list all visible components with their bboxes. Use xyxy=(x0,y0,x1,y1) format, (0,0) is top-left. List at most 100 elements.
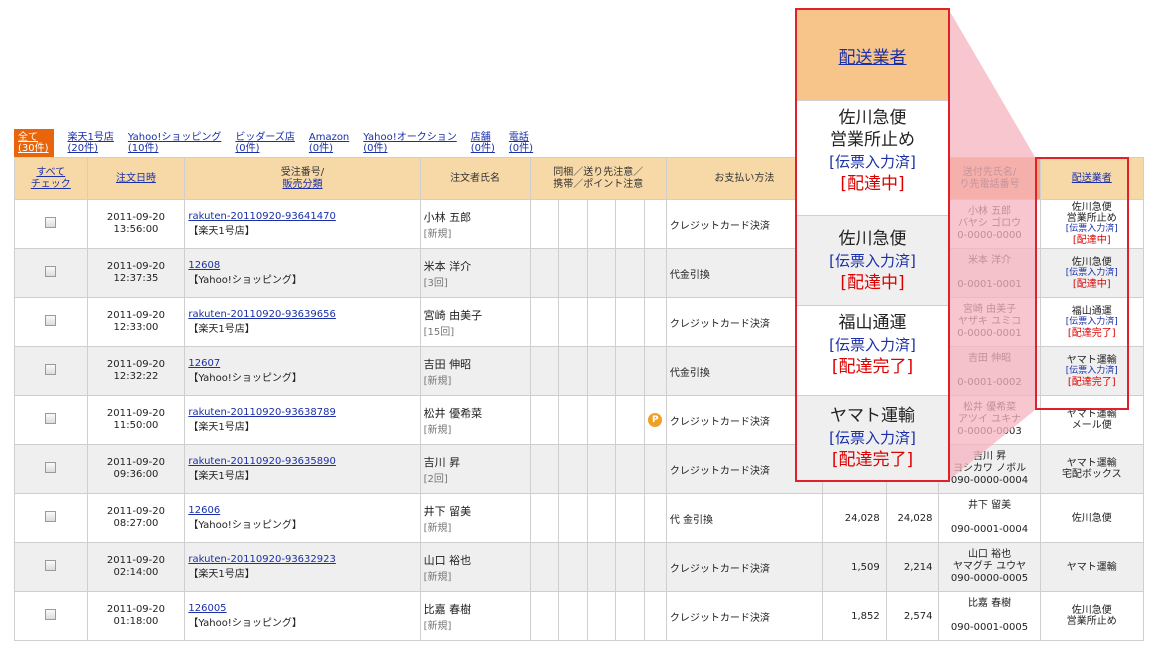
table-row: 2011-09-20 12:32:22 12607 【Yahoo!ショッピング】 吉… xyxy=(14,346,1145,396)
delivery-status: [配達完了] xyxy=(1067,327,1116,339)
table-row: 2011-09-20 13:56:00 rakuten-20110920-9364… xyxy=(14,199,1145,249)
order-number-cell: rakuten-20110920-93641470 【楽天1号店】 xyxy=(184,199,421,249)
table-row: 2011-09-20 08:27:00 12606 【Yahoo!ショッピング】 井… xyxy=(14,493,1145,543)
store-tab[interactable]: ビッダーズ店 (0件) xyxy=(235,132,295,157)
order-number-cell: rakuten-20110920-93638789 【楽天1号店】 xyxy=(184,395,421,445)
store-tab[interactable]: Yahoo!ショッピング (10件) xyxy=(128,132,221,157)
order-number-link[interactable]: 12607 xyxy=(188,358,416,369)
store-tab[interactable]: 店舗 (0件) xyxy=(471,132,495,157)
order-number-link[interactable]: 12608 xyxy=(188,260,416,271)
order-number-link[interactable]: 12606 xyxy=(188,505,416,516)
order-date-cell: 2011-09-20 09:36:00 xyxy=(86,444,186,494)
amount-cell: 1,852 xyxy=(821,591,887,641)
order-number-cell: 12607 【Yahoo!ショッピング】 xyxy=(184,346,421,396)
carrier-cell: ヤマト運輸 xyxy=(1039,542,1145,592)
store-tab-label: 店舗 xyxy=(470,132,491,143)
store-tab-count: (0件) xyxy=(470,143,495,154)
flag-cell xyxy=(529,248,560,298)
zoom-carrier-header[interactable]: 配送業者 xyxy=(797,10,948,100)
row-checkbox-cell xyxy=(14,444,88,494)
row-checkbox[interactable] xyxy=(45,609,57,620)
flag-cell xyxy=(558,542,588,592)
delivery-status: [配達中] xyxy=(1072,278,1111,290)
recipient-cell: 比嘉 春樹 090-0001-0005 xyxy=(938,591,1041,641)
slip-status: [伝票入力済] xyxy=(1065,224,1118,234)
order-date-cell: 2011-09-20 08:27:00 xyxy=(86,493,186,543)
order-number-link[interactable]: rakuten-20110920-93632923 xyxy=(188,554,416,565)
row-checkbox[interactable] xyxy=(45,462,57,473)
carrier-name: ヤマト運輸 xyxy=(1066,409,1117,420)
order-number-link[interactable]: rakuten-20110920-93635890 xyxy=(188,456,416,467)
check-all-link[interactable]: すべて チェック xyxy=(14,157,88,200)
order-number-link[interactable]: 126005 xyxy=(188,603,416,614)
carrier-name: 営業所止め xyxy=(1066,213,1117,224)
recipient-cell: 井下 留美 090-0001-0004 xyxy=(938,493,1041,543)
orderer-cell: 吉田 伸昭 [新規] xyxy=(419,346,531,396)
flag-cell xyxy=(529,444,560,494)
carrier-name: 営業所止め xyxy=(1066,616,1117,627)
zoom-cell: 福山通運 [伝票入力済] [配達完了] xyxy=(797,305,948,395)
order-number-cell: 126005 【Yahoo!ショッピング】 xyxy=(184,591,421,641)
row-checkbox[interactable] xyxy=(45,315,57,326)
sales-category: 【楽天1号店】 xyxy=(188,569,255,580)
row-checkbox-cell xyxy=(14,395,88,445)
table-row: 2011-09-20 12:33:00 rakuten-20110920-9363… xyxy=(14,297,1145,347)
flag-cell xyxy=(529,199,560,249)
orderer-cell: 宮崎 由美子 [15回] xyxy=(419,297,531,347)
store-tab[interactable]: 電話 (0件) xyxy=(509,132,533,157)
carrier-header[interactable]: 配送業者 xyxy=(1039,157,1145,200)
carrier-name: メール便 xyxy=(1071,420,1112,431)
store-tab-label: Amazon xyxy=(308,132,350,143)
store-tab[interactable]: Amazon (0件) xyxy=(309,132,349,157)
order-date-header[interactable]: 注文日時 xyxy=(86,157,186,200)
recipient-cell: 小林 五郎 バヤシ ゴロウ 0-0000-0000 xyxy=(938,199,1041,249)
orderer-cell: 井下 留美 [新規] xyxy=(419,493,531,543)
row-checkbox[interactable] xyxy=(45,511,57,522)
flag-cell xyxy=(586,444,617,494)
store-tab[interactable]: 全て (30件) xyxy=(14,129,54,157)
table-row: 2011-09-20 12:37:35 12608 【Yahoo!ショッピング】 米… xyxy=(14,248,1145,298)
carrier-cell: ヤマト運輸 [伝票入力済] [配達完了] xyxy=(1039,346,1145,396)
amount-cell: 2,574 xyxy=(885,591,940,641)
flag-cell xyxy=(615,346,645,396)
order-date-cell: 2011-09-20 11:50:00 xyxy=(86,395,186,445)
flag-cell xyxy=(615,248,645,298)
flag-cell xyxy=(558,297,588,347)
carrier-cell: ヤマト運輸 メール便 xyxy=(1039,395,1145,445)
order-number-link[interactable]: rakuten-20110920-93639656 xyxy=(188,309,416,320)
row-checkbox[interactable] xyxy=(45,266,57,277)
zoom-cell: ヤマト運輸 [伝票入力済] [配達完了] xyxy=(797,395,948,480)
delivery-status: [配達中] xyxy=(1072,235,1111,246)
row-checkbox-cell xyxy=(14,199,88,249)
flag-cell xyxy=(558,493,588,543)
store-tab-label: 全て xyxy=(18,132,38,143)
order-number-link[interactable]: rakuten-20110920-93638789 xyxy=(188,407,416,418)
table-row: 2011-09-20 09:36:00 rakuten-20110920-9363… xyxy=(14,444,1145,494)
point-flag-cell xyxy=(643,248,667,298)
carrier-name: ヤマト運輸 xyxy=(1066,561,1117,573)
store-tab[interactable]: Yahoo!オークション (0件) xyxy=(363,132,456,157)
row-checkbox[interactable] xyxy=(45,560,57,571)
table-row: 2011-09-20 01:18:00 126005 【Yahoo!ショッピング】 … xyxy=(14,591,1145,641)
recipient-cell: 吉川 昇ヨシカワ ノボル 090-0000-0004 xyxy=(938,444,1041,494)
order-date-cell: 2011-09-20 01:18:00 xyxy=(86,591,186,641)
carrier-zoom-callout: 配送業者 佐川急便 営業所止め [伝票入力済] [配達中] 佐川急便 [伝票入力… xyxy=(795,8,950,482)
flag-cell xyxy=(615,199,645,249)
flag-cell xyxy=(558,591,588,641)
recipient-cell: 松井 優希菜 アツイ ユキナ 0-0000-0003 xyxy=(938,395,1041,445)
store-tab-count: (10件) xyxy=(127,143,159,154)
flag-cell xyxy=(615,297,645,347)
store-tab-count: (0件) xyxy=(363,143,388,154)
store-tab[interactable]: 楽天1号店 (20件) xyxy=(68,132,114,157)
flags-header: 同梱／送り先注意／ 携帯／ポイント注意 xyxy=(529,157,667,200)
delivery-status: [配達完了] xyxy=(1067,376,1116,388)
sales-category: 【楽天1号店】 xyxy=(188,422,255,433)
row-checkbox-cell xyxy=(14,346,88,396)
point-flag-cell xyxy=(643,591,667,641)
row-checkbox[interactable] xyxy=(45,364,57,375)
carrier-name: ヤマト運輸 xyxy=(1066,458,1117,469)
order-number-link[interactable]: rakuten-20110920-93641470 xyxy=(188,211,416,222)
amount-cell: 1,509 xyxy=(821,542,887,592)
row-checkbox[interactable] xyxy=(45,413,57,424)
row-checkbox[interactable] xyxy=(45,217,57,228)
